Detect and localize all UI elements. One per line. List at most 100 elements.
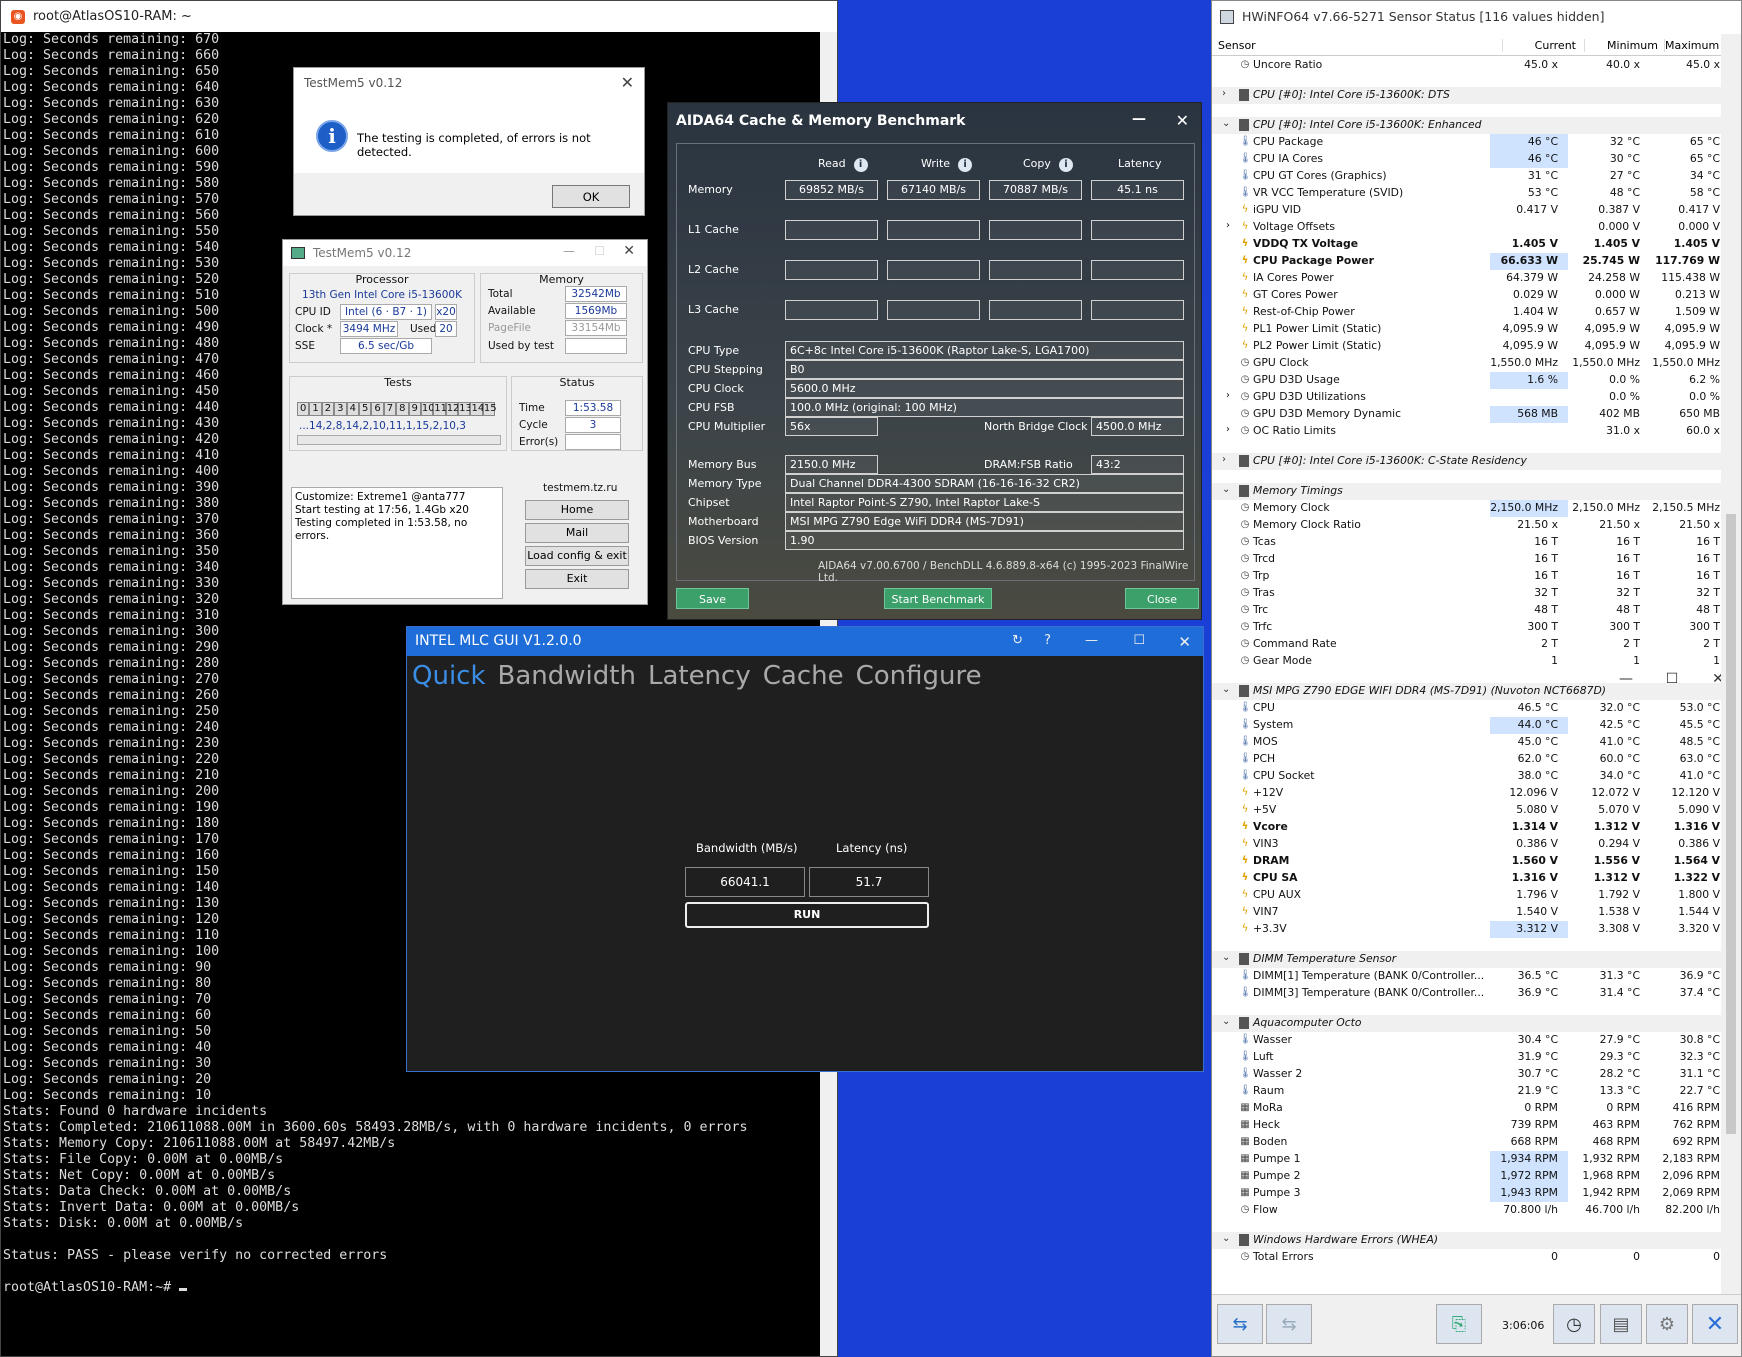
- tab-configure[interactable]: Configure: [856, 661, 982, 691]
- sensor-row[interactable]: ▦ Heck 739 RPM 463 RPM 762 RPM: [1212, 1117, 1722, 1134]
- minimize-button[interactable]: —: [1132, 111, 1146, 127]
- expand-icon[interactable]: ›: [1222, 454, 1226, 465]
- sensor-row[interactable]: ◷ GPU D3D Memory Dynamic 568 MB 402 MB 650 M…: [1212, 406, 1722, 423]
- help-icon[interactable]: ?: [1044, 633, 1051, 648]
- sensor-row[interactable]: ϟ CPU Package Power 66.633 W 25.745 W 117.76…: [1212, 253, 1722, 270]
- sensor-row[interactable]: ◷ Trc 48 T 48 T 48 T: [1212, 602, 1722, 619]
- sensor-row[interactable]: ϟ GT Cores Power 0.029 W 0.000 W 0.213 W: [1212, 287, 1722, 304]
- sensor-row[interactable]: 🌡 DIMM[3] Temperature (BANK 0/Controller.…: [1212, 985, 1722, 1002]
- scrollbar-thumb[interactable]: [1726, 514, 1736, 1134]
- nav-back-icon[interactable]: ⇆: [1217, 1304, 1263, 1344]
- maximize-button[interactable]: ☐: [1133, 633, 1145, 648]
- sensor-row[interactable]: ϟ PL1 Power Limit (Static) 4,095.9 W 4,095.…: [1212, 321, 1722, 338]
- collapse-icon[interactable]: ⌄: [1222, 118, 1230, 129]
- sensor-group-header[interactable]: ⌄ Memory Timings: [1212, 483, 1722, 500]
- sensor-row[interactable]: 🌡 CPU IA Cores 46 °C 30 °C 65 °C: [1212, 151, 1722, 168]
- sensor-row[interactable]: 🌡 CPU Socket 38.0 °C 34.0 °C 41.0 °C: [1212, 768, 1722, 785]
- sensor-row[interactable]: ϟ DRAM 1.560 V 1.556 V 1.564 V: [1212, 853, 1722, 870]
- sensor-row[interactable]: 🌡 CPU 46.5 °C 32.0 °C 53.0 °C: [1212, 700, 1722, 717]
- sensor-row[interactable]: ϟ Vcore 1.314 V 1.312 V 1.316 V: [1212, 819, 1722, 836]
- sensor-row[interactable]: ϟ +3.3V 3.312 V 3.308 V 3.320 V: [1212, 921, 1722, 938]
- tab-latency[interactable]: Latency: [648, 661, 751, 691]
- expand-icon[interactable]: ›: [1222, 88, 1226, 99]
- sensor-row[interactable]: ◷ Gear Mode 1 1 1: [1212, 653, 1722, 670]
- sensor-row[interactable]: ϟ CPU SA 1.316 V 1.312 V 1.322 V: [1212, 870, 1722, 887]
- col-sensor[interactable]: Sensor: [1218, 39, 1256, 52]
- info-icon[interactable]: i: [1058, 158, 1073, 172]
- sensor-row[interactable]: ϟ iGPU VID 0.417 V 0.387 V 0.417 V: [1212, 202, 1722, 219]
- aida-titlebar[interactable]: AIDA64 Cache & Memory Benchmark — ✕: [668, 103, 1201, 139]
- hwinfo-titlebar[interactable]: HWiNFO64 v7.66-5271 Sensor Status [116 v…: [1212, 1, 1741, 687]
- refresh-icon[interactable]: ↻: [1012, 633, 1023, 648]
- sensor-group-header[interactable]: ⌄ Windows Hardware Errors (WHEA): [1212, 1232, 1722, 1249]
- load-config-button[interactable]: Load config & exit: [525, 546, 629, 566]
- collapse-icon[interactable]: ⌄: [1222, 952, 1230, 963]
- home-button[interactable]: Home: [525, 500, 629, 520]
- expand-icon[interactable]: ›: [1226, 390, 1230, 401]
- sensor-group-header[interactable]: ⌄ DIMM Temperature Sensor: [1212, 951, 1722, 968]
- exit-button[interactable]: Exit: [525, 569, 629, 589]
- info-icon[interactable]: i: [853, 158, 868, 172]
- sensor-row[interactable]: › ϟ Voltage Offsets 0.000 V 0.000 V: [1212, 219, 1722, 236]
- sensor-row[interactable]: ◷ Total Errors 0 0 0: [1212, 1249, 1722, 1266]
- sensor-row[interactable]: ϟ VDDQ TX Voltage 1.405 V 1.405 V 1.405 V: [1212, 236, 1722, 253]
- nav-forward-icon[interactable]: ⇆: [1266, 1304, 1312, 1344]
- sensor-row[interactable]: 🌡 PCH 62.0 °C 60.0 °C 63.0 °C: [1212, 751, 1722, 768]
- sensor-row[interactable]: ▦ Boden 668 RPM 468 RPM 692 RPM: [1212, 1134, 1722, 1151]
- close-icon[interactable]: ✕: [621, 73, 634, 92]
- network-icon[interactable]: ⎘: [1436, 1304, 1482, 1344]
- info-icon[interactable]: i: [958, 158, 973, 172]
- expand-icon[interactable]: ›: [1226, 424, 1230, 435]
- terminal-titlebar[interactable]: ◉ root@AtlasOS10-RAM: ~ — ☐ ✕: [1, 1, 837, 687]
- sensor-row[interactable]: 🌡 VR VCC Temperature (SVID) 53 °C 48 °C 58 °…: [1212, 185, 1722, 202]
- testmem-titlebar[interactable]: TestMem5 v0.12 — ☐ ✕: [283, 240, 647, 266]
- sensor-row[interactable]: 🌡 System 44.0 °C 42.5 °C 45.5 °C: [1212, 717, 1722, 734]
- col-minimum[interactable]: Minimum: [1584, 39, 1664, 52]
- mail-button[interactable]: Mail: [525, 523, 629, 543]
- col-maximum[interactable]: Maximum: [1664, 39, 1722, 52]
- sensor-group-header[interactable]: ⌄ Aquacomputer Octo: [1212, 1015, 1722, 1032]
- close-button[interactable]: ✕: [1178, 633, 1191, 651]
- sensor-row[interactable]: ◷ Uncore Ratio 45.0 x 40.0 x 45.0 x: [1212, 57, 1722, 74]
- sensor-row[interactable]: ◷ Command Rate 2 T 2 T 2 T: [1212, 636, 1722, 653]
- save-button[interactable]: Save: [676, 588, 749, 609]
- run-button[interactable]: RUN: [685, 902, 929, 928]
- minimize-button[interactable]: —: [1085, 633, 1098, 648]
- sensor-row[interactable]: ◷ Trcd 16 T 16 T 16 T: [1212, 551, 1722, 568]
- col-current[interactable]: Current: [1502, 39, 1582, 52]
- sensor-row[interactable]: ▦ Pumpe 2 1,972 RPM 1,968 RPM 2,096 RPM: [1212, 1168, 1722, 1185]
- close-button[interactable]: ✕: [1176, 111, 1189, 130]
- sensor-row[interactable]: 🌡 DIMM[1] Temperature (BANK 0/Controller.…: [1212, 968, 1722, 985]
- mlc-titlebar[interactable]: INTEL MLC GUI V1.2.0.0 ↻ ? — ☐ ✕: [407, 627, 1203, 656]
- sensor-row[interactable]: 🌡 CPU Package 46 °C 32 °C 65 °C: [1212, 134, 1722, 151]
- clock-icon[interactable]: ◷: [1553, 1304, 1595, 1344]
- sensor-row[interactable]: ϟ +5V 5.080 V 5.070 V 5.090 V: [1212, 802, 1722, 819]
- sensor-row[interactable]: 🌡 CPU GT Cores (Graphics) 31 °C 27 °C 34 °C: [1212, 168, 1722, 185]
- sensor-row[interactable]: ▦ Pumpe 3 1,943 RPM 1,942 RPM 2,069 RPM: [1212, 1185, 1722, 1202]
- sensor-row[interactable]: ◷ GPU Clock 1,550.0 MHz 1,550.0 MHz 1,550.0 …: [1212, 355, 1722, 372]
- start-benchmark-button[interactable]: Start Benchmark: [884, 588, 992, 609]
- sensor-row[interactable]: 🌡 Raum 21.9 °C 13.3 °C 22.7 °C: [1212, 1083, 1722, 1100]
- sensor-scrollbar[interactable]: [1721, 34, 1741, 1294]
- tab-bandwidth[interactable]: Bandwidth: [498, 661, 636, 691]
- sensor-row[interactable]: ◷ Trfc 300 T 300 T 300 T: [1212, 619, 1722, 636]
- close-x-icon[interactable]: ✕: [1692, 1304, 1738, 1344]
- sensor-row[interactable]: 🌡 Luft 31.9 °C 29.3 °C 32.3 °C: [1212, 1049, 1722, 1066]
- collapse-icon[interactable]: ⌄: [1222, 684, 1230, 695]
- collapse-icon[interactable]: ⌄: [1222, 1016, 1230, 1027]
- collapse-icon[interactable]: ⌄: [1222, 1233, 1230, 1244]
- sensor-row[interactable]: ▦ MoRa 0 RPM 0 RPM 416 RPM: [1212, 1100, 1722, 1117]
- sensor-row[interactable]: › ◷ OC Ratio Limits 31.0 x 60.0 x: [1212, 423, 1722, 440]
- sensor-row[interactable]: ϟ +12V 12.096 V 12.072 V 12.120 V: [1212, 785, 1722, 802]
- ok-button[interactable]: OK: [552, 185, 630, 208]
- sensor-group-header[interactable]: › CPU [#0]: Intel Core i5-13600K: C-State…: [1212, 453, 1722, 470]
- sensor-row[interactable]: ϟ Rest-of-Chip Power 1.404 W 0.657 W 1.509 W: [1212, 304, 1722, 321]
- sensor-row[interactable]: 🌡 Wasser 30.4 °C 27.9 °C 30.8 °C: [1212, 1032, 1722, 1049]
- sensor-row[interactable]: ◷ Flow 70.800 l/h 46.700 l/h 82.200 l/h: [1212, 1202, 1722, 1219]
- sensor-row[interactable]: ϟ CPU AUX 1.796 V 1.792 V 1.800 V: [1212, 887, 1722, 904]
- sensor-row[interactable]: ϟ VIN7 1.540 V 1.538 V 1.544 V: [1212, 904, 1722, 921]
- expand-icon[interactable]: ›: [1226, 220, 1230, 231]
- close-benchmark-button[interactable]: Close: [1125, 588, 1199, 609]
- sensor-row[interactable]: ϟ IA Cores Power 64.379 W 24.258 W 115.438 W: [1212, 270, 1722, 287]
- sensor-group-header[interactable]: ⌄ MSI MPG Z790 EDGE WIFI DDR4 (MS-7D91) (…: [1212, 683, 1722, 700]
